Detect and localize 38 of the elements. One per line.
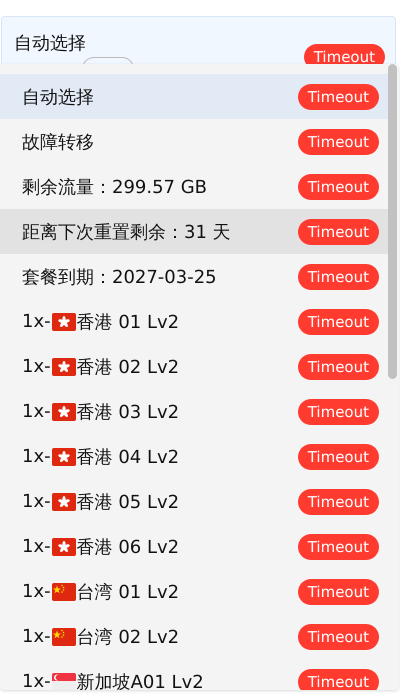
timeout-badge: Timeout: [298, 308, 379, 334]
star-flag-icon: [52, 628, 76, 646]
timeout-badge: Timeout: [298, 354, 379, 380]
proxy-option[interactable]: 距离下次重置剩余：31 天 Timeout: [0, 209, 388, 254]
proxy-option[interactable]: 1x- 新加坡A01 Lv2 Timeout: [0, 659, 388, 690]
timeout-badge: Timeout: [298, 624, 379, 650]
flower-flag-icon: [52, 538, 76, 556]
flower-flag-icon: [52, 448, 76, 466]
star-flag-icon: [52, 582, 76, 600]
flower-flag-icon: [52, 402, 76, 420]
flower-flag-icon: [52, 492, 76, 510]
flower-flag-icon: [52, 312, 76, 330]
timeout-badge: Timeout: [298, 668, 379, 690]
timeout-badge: Timeout: [298, 534, 379, 560]
group-title: 自动选择: [14, 32, 86, 55]
timeout-badge: Timeout: [298, 398, 379, 424]
proxy-option[interactable]: 1x- 香港 04 Lv2 Timeout: [0, 434, 388, 479]
timeout-badge: Timeout: [298, 128, 379, 154]
flower-flag-icon: [52, 358, 76, 376]
timeout-badge: Timeout: [298, 264, 379, 290]
timeout-badge: Timeout: [298, 578, 379, 604]
timeout-badge: Timeout: [298, 444, 379, 470]
proxy-option[interactable]: 1x- 香港 06 Lv2 Timeout: [0, 524, 388, 569]
proxy-option[interactable]: 1x- 香港 01 Lv2 Timeout: [0, 299, 388, 344]
proxy-option[interactable]: 剩余流量：299.57 GB Timeout: [0, 164, 388, 209]
proxy-option[interactable]: 自动选择 Timeout: [0, 74, 388, 119]
timeout-badge: Timeout: [298, 488, 379, 514]
proxy-option[interactable]: 套餐到期：2027-03-25 Timeout: [0, 254, 388, 299]
proxy-option[interactable]: 1x- 台湾 01 Lv2 Timeout: [0, 569, 388, 614]
proxy-option[interactable]: 故障转移 Timeout: [0, 119, 388, 164]
proxy-option[interactable]: 1x- 香港 03 Lv2 Timeout: [0, 389, 388, 434]
scrollbar[interactable]: [388, 64, 399, 690]
timeout-badge: Timeout: [298, 84, 379, 110]
timeout-badge: Timeout: [298, 218, 379, 244]
proxy-option[interactable]: 1x- 香港 05 Lv2 Timeout: [0, 479, 388, 524]
proxy-option[interactable]: 1x- 台湾 02 Lv2 Timeout: [0, 614, 388, 659]
proxy-option[interactable]: 1x- 香港 02 Lv2 Timeout: [0, 344, 388, 389]
timeout-badge: Timeout: [298, 174, 379, 200]
